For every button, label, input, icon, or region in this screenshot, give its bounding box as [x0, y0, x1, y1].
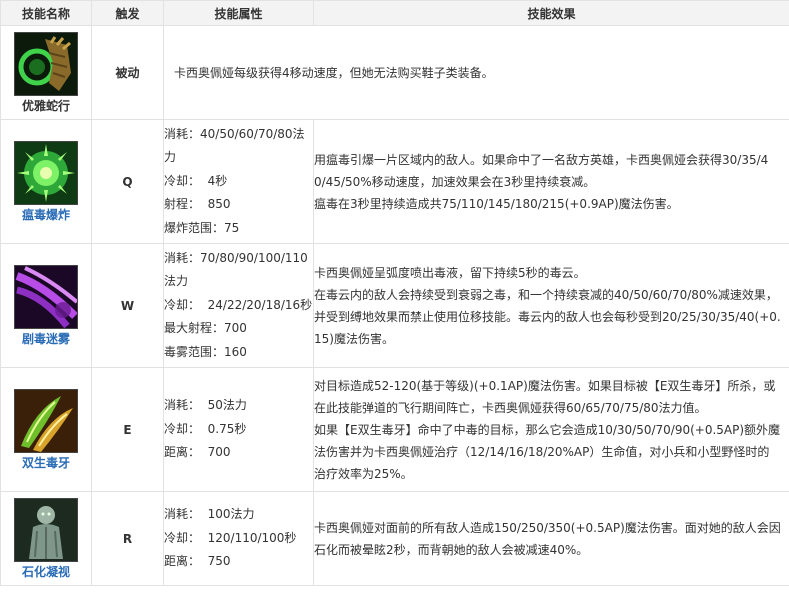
skill-name-link[interactable]: 剧毒迷雾	[1, 331, 91, 347]
attr-line: 消耗：70/80/90/100/110	[164, 250, 308, 265]
effect-line: 用瘟毒引爆一片区域内的敌人。如果命中了一名敌方英雄，卡西奥佩娅会获得30/35/…	[314, 152, 769, 167]
skill-trigger: Q	[91, 119, 164, 244]
attr-line: 力	[164, 150, 177, 165]
attr-line: 消耗：40/50/60/70/80法	[164, 126, 305, 141]
effect-line: 对目标造成52-120(基于等级)(+0.1AP)魔法伤害。如果目标被【E双生毒…	[314, 378, 776, 393]
skill-row-r: 石化凝视 R 消耗： 100法力 冷却： 120/110/100秒 距离： 75…	[0, 491, 789, 586]
attr-line: 射程： 850	[164, 197, 231, 212]
skill-row-e: 双生毒牙 E 消耗： 50法力 冷却： 0.75秒 距离： 700 对目标造成5…	[0, 367, 789, 492]
serpentine-claw-icon	[14, 31, 78, 96]
skill-effect: 卡西奥佩娅每级获得4移动速度，但她无法购买鞋子类装备。	[163, 25, 789, 120]
skill-name-cell: 石化凝视	[0, 491, 92, 586]
skill-effect: 卡西奥佩娅对面前的所有敌人造成150/250/350(+0.5AP)魔法伤害。面…	[313, 491, 789, 586]
attr-line: 毒雾范围：160	[164, 344, 247, 359]
skill-attributes: 消耗： 50法力 冷却： 0.75秒 距离： 700	[163, 367, 314, 492]
attr-line: 距离： 750	[164, 554, 231, 569]
effect-line: 在此技能弹道的飞行期间阵亡，卡西奥佩娅获得60/65/70/75/80法力值。	[314, 400, 707, 415]
effect-line: 治疗效率为25%。	[314, 466, 413, 481]
attr-line: 距离： 700	[164, 445, 231, 460]
attr-line: 消耗： 50法力	[164, 398, 247, 413]
effect-line: 在毒云内的敌人会持续受到衰弱之毒，和一个持续衰减的40/50/60/70/80%…	[314, 287, 778, 302]
skill-name: 优雅蛇行	[21, 98, 70, 113]
skill-effect: 卡西奥佩娅呈弧度喷出毒液，留下持续5秒的毒云。 在毒云内的敌人会持续受到衰弱之毒…	[313, 243, 789, 368]
skill-row-passive: 优雅蛇行 被动 卡西奥佩娅每级获得4移动速度，但她无法购买鞋子类装备。	[0, 25, 789, 120]
attr-line: 最大射程：700	[164, 321, 247, 336]
skill-trigger: 被动	[91, 25, 164, 120]
header-row: 技能名称 触发 技能属性 技能效果	[0, 0, 789, 26]
skill-attributes: 消耗： 100法力 冷却： 120/110/100秒 距离： 750	[163, 491, 314, 586]
noxious-blast-icon	[14, 140, 78, 205]
effect-line: 卡西奥佩娅对面前的所有敌人造成150/250/350(+0.5AP)魔法伤害。面…	[314, 520, 781, 535]
skill-trigger: W	[91, 243, 164, 368]
effect-line: 卡西奥佩娅每级获得4移动速度，但她无法购买鞋子类装备。	[174, 65, 494, 80]
effect-line: 瘟毒在3秒里持续造成共75/110/145/180/215(+0.9AP)魔法伤…	[314, 196, 679, 211]
skill-trigger: E	[91, 367, 164, 492]
attr-line: 法力	[164, 274, 189, 289]
skill-name-cell: 优雅蛇行	[0, 25, 92, 120]
attr-line: 冷却： 120/110/100秒	[164, 530, 297, 545]
skill-name-link[interactable]: 瘟毒爆炸	[1, 207, 91, 223]
skill-attributes: 消耗：70/80/90/100/110 法力 冷却： 24/22/20/18/1…	[163, 243, 314, 368]
effect-line: 法伤害并为卡西奥佩娅治疗（12/14/16/18/20%AP）生命值，对小兵和小…	[314, 444, 770, 459]
skill-row-q: 瘟毒爆炸 Q 消耗：40/50/60/70/80法 力 冷却： 4秒 射程： 8…	[0, 119, 789, 244]
skill-name-link[interactable]: 双生毒牙	[1, 455, 91, 471]
effect-line: 0/45/50%移动速度，加速效果会在3秒里持续衰减。	[314, 174, 596, 189]
skill-row-w: 剧毒迷雾 W 消耗：70/80/90/100/110 法力 冷却： 24/22/…	[0, 243, 789, 368]
attr-line: 冷却： 24/22/20/18/16秒	[164, 297, 313, 312]
header-name: 技能名称	[0, 0, 92, 26]
effect-line: 15)魔法伤害。	[314, 331, 394, 346]
skill-effect: 用瘟毒引爆一片区域内的敌人。如果命中了一名敌方英雄，卡西奥佩娅会获得30/35/…	[313, 119, 789, 244]
skill-name-cell: 剧毒迷雾	[0, 243, 92, 368]
skill-effect: 对目标造成52-120(基于等级)(+0.1AP)魔法伤害。如果目标被【E双生毒…	[313, 367, 789, 492]
effect-line: 并受到缚地效果而禁止使用位移技能。毒云内的敌人也会每秒受到20/25/30/35…	[314, 309, 781, 324]
header-attributes: 技能属性	[163, 0, 314, 26]
skill-name-cell: 瘟毒爆炸	[0, 119, 92, 244]
effect-line: 卡西奥佩娅呈弧度喷出毒液，留下持续5秒的毒云。	[314, 265, 586, 280]
skill-trigger: R	[91, 491, 164, 586]
skills-table: 技能名称 触发 技能属性 技能效果 优雅蛇行 被动 卡西奥佩娅每级获得4移动速度…	[0, 0, 789, 586]
petrifying-gaze-icon	[14, 497, 78, 562]
skill-name-link[interactable]: 石化凝视	[1, 564, 91, 580]
attr-line: 消耗： 100法力	[164, 507, 255, 522]
attr-line: 爆炸范围：75	[164, 220, 240, 235]
attr-line: 冷却： 4秒	[164, 173, 228, 188]
twin-fang-icon	[14, 388, 78, 453]
effect-line: 如果【E双生毒牙】命中了中毒的目标，那么它会造成10/30/50/70/90(+…	[314, 422, 781, 437]
effect-line: 石化而被晕眩2秒，而背朝她的敌人会被减速40%。	[314, 542, 589, 557]
attr-line: 冷却： 0.75秒	[164, 421, 247, 436]
header-trigger: 触发	[91, 0, 164, 26]
header-effect: 技能效果	[313, 0, 789, 26]
skill-attributes: 消耗：40/50/60/70/80法 力 冷却： 4秒 射程： 850 爆炸范围…	[163, 119, 314, 244]
miasma-icon	[14, 264, 78, 329]
skill-name-cell: 双生毒牙	[0, 367, 92, 492]
